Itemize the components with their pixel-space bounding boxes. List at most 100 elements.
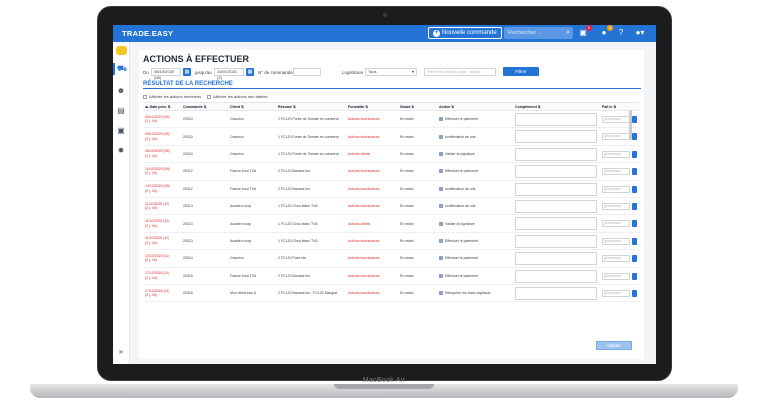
box-nav-icon[interactable]: ▤ [113,105,129,117]
to-date-input[interactable]: 10/01/2021 (2) [214,68,244,80]
checkbox-box[interactable] [143,94,147,99]
contact-nav-icon[interactable]: ▣ [113,125,129,137]
row-order[interactable]: 20313 [183,215,193,231]
row-action[interactable]: Effectuer le paiement [439,268,513,284]
row-order[interactable]: 20313 [183,198,193,214]
done-date-input[interactable]: jj/mm/aaaa [602,202,630,210]
filter-button[interactable]: Filtrer [503,67,539,76]
validate-button[interactable]: Valider [596,341,632,350]
action-filter-input[interactable]: Filtrer les actions (type, statut) [424,68,496,76]
row-action[interactable]: Effectuer le paiement [439,111,513,127]
done-date-input[interactable]: jj/mm/aaaa [602,272,630,280]
col-status-label: Statut [400,104,411,109]
col-done[interactable]: Fait le ⇅ [602,103,616,110]
col-status[interactable]: Statut ⇅ [400,103,414,110]
complement-textarea[interactable] [515,286,597,300]
complement-textarea[interactable] [515,269,597,283]
row-action[interactable]: confirmation de cde [439,128,513,144]
row-action[interactable]: confirmation de cde [439,198,513,214]
col-client[interactable]: Client ⇅ [230,103,244,110]
row-status: En retard [400,221,415,226]
row-order[interactable]: 20315 [183,268,193,284]
complement-textarea[interactable] [515,165,597,179]
done-date-input[interactable]: jj/mm/aaaa [602,133,630,141]
results-section-title: RÉSULTAT DE LA RECHERCHE [143,81,641,89]
row-action[interactable]: Valider la signature [439,215,513,231]
order-number-input[interactable] [293,68,321,76]
from-date-input[interactable]: 08/10/2020 (08) [151,68,181,80]
bell-icon[interactable]: ● 1 [599,25,613,38]
done-date-input[interactable]: jj/mm/aaaa [602,237,630,245]
row-action[interactable]: Effectuer le paiement [439,163,513,179]
done-date-input[interactable]: jj/mm/aaaa [602,289,630,297]
complement-textarea[interactable] [515,217,597,231]
row-action[interactable]: Effectuer le paiement [439,233,513,249]
cart-icon[interactable]: ▣ 3 [578,25,592,38]
row-order[interactable]: 20312 [183,181,193,197]
complement-textarea[interactable] [515,182,597,196]
calendar-icon[interactable] [632,116,637,123]
row-order[interactable]: 20310 [183,146,193,162]
row-order[interactable]: 20316 [183,285,193,301]
row-action-label: Effectuer le paiement [445,256,479,261]
row-action[interactable]: Effectuer le paiement [439,250,513,266]
done-date-input[interactable]: jj/mm/aaaa [602,168,630,176]
calendar-icon[interactable] [632,133,637,141]
calendar-icon[interactable]: ▦ [183,68,191,76]
row-action[interactable]: Valider la signature [439,146,513,162]
row-date: 08/10/2020 (08) (2 j. 4h) [145,146,170,162]
calendar-icon[interactable] [632,220,637,228]
complement-textarea[interactable] [515,234,597,248]
col-summary[interactable]: Résumé ⇅ [278,103,296,110]
show-undated-checkbox[interactable]: Afficher les actions non datées [207,94,268,99]
done-date-input[interactable]: jj/mm/aaaa [602,220,630,228]
help-icon[interactable]: ? [616,28,626,38]
col-date[interactable]: ◂▸ Date prév. ⇅ [145,103,171,110]
done-date-input[interactable]: jj/mm/aaaa [602,150,630,158]
new-order-button[interactable]: + Nouvelle commande [428,27,502,39]
search-icon[interactable]: ⌕ [566,29,570,36]
complement-textarea[interactable] [515,130,597,144]
search-input[interactable]: Rechercher ... ⌕ [504,27,573,39]
actions-panel: ACTIONS À EFFECTUER Du 08/10/2020 (08) ▦… [139,50,644,359]
row-action-label: Effectuer le paiement [445,273,479,278]
logistician-select[interactable]: Tous ▾ [365,68,417,76]
calendar-icon[interactable] [632,168,637,176]
row-order[interactable]: 20312 [183,163,193,179]
calendar-icon[interactable] [632,272,637,280]
checkbox-box[interactable] [207,94,212,99]
complement-textarea[interactable] [515,147,597,161]
settings-nav-icon[interactable]: ✹ [113,145,129,157]
col-complement[interactable]: Complément ⇅ [515,103,541,110]
calendar-icon[interactable] [632,289,637,297]
show-finished-checkbox[interactable]: Afficher les actions terminées [143,94,201,99]
row-action[interactable]: confirmation de cde [439,181,513,197]
done-date-input[interactable]: jj/mm/aaaa [602,255,630,263]
complement-textarea[interactable] [515,199,597,213]
users-nav-icon[interactable]: ☻ [113,85,129,97]
cart-nav-icon[interactable]: ⛟ [113,63,129,75]
row-order[interactable]: 20313 [183,233,193,249]
calendar-icon[interactable] [632,150,637,158]
row-order[interactable]: 20310 [183,128,193,144]
col-action[interactable]: Action ⇅ [439,103,454,110]
row-order[interactable]: 20314 [183,250,193,266]
col-order[interactable]: Commande ⇅ [183,103,207,110]
calendar-icon[interactable] [632,202,637,210]
row-summary: 1 FCL20 Purée de Tomate en conserve [278,151,340,156]
calendar-icon[interactable] [632,255,637,263]
row-order[interactable]: 20310 [183,111,193,127]
row-action[interactable]: Récupérer les docs originaux [439,285,513,301]
done-date-input[interactable]: jj/mm/aaaa [602,185,630,193]
expand-sidebar-icon[interactable]: » [113,347,129,356]
col-formality[interactable]: Formalité ⇅ [348,103,368,110]
calendar-icon[interactable] [632,237,637,245]
table-row: 10/10/2020 (09) (2 j. 4h) 20312 France food… [143,163,639,181]
table-scrollbar[interactable] [629,110,632,140]
calendar-icon[interactable]: ▦ [246,68,254,76]
calendar-icon[interactable] [632,185,637,193]
complement-textarea[interactable] [515,113,597,126]
done-date-input[interactable]: jj/mm/aaaa [602,116,630,123]
user-menu-icon[interactable]: ●▾ [632,28,648,38]
complement-textarea[interactable] [515,252,597,266]
